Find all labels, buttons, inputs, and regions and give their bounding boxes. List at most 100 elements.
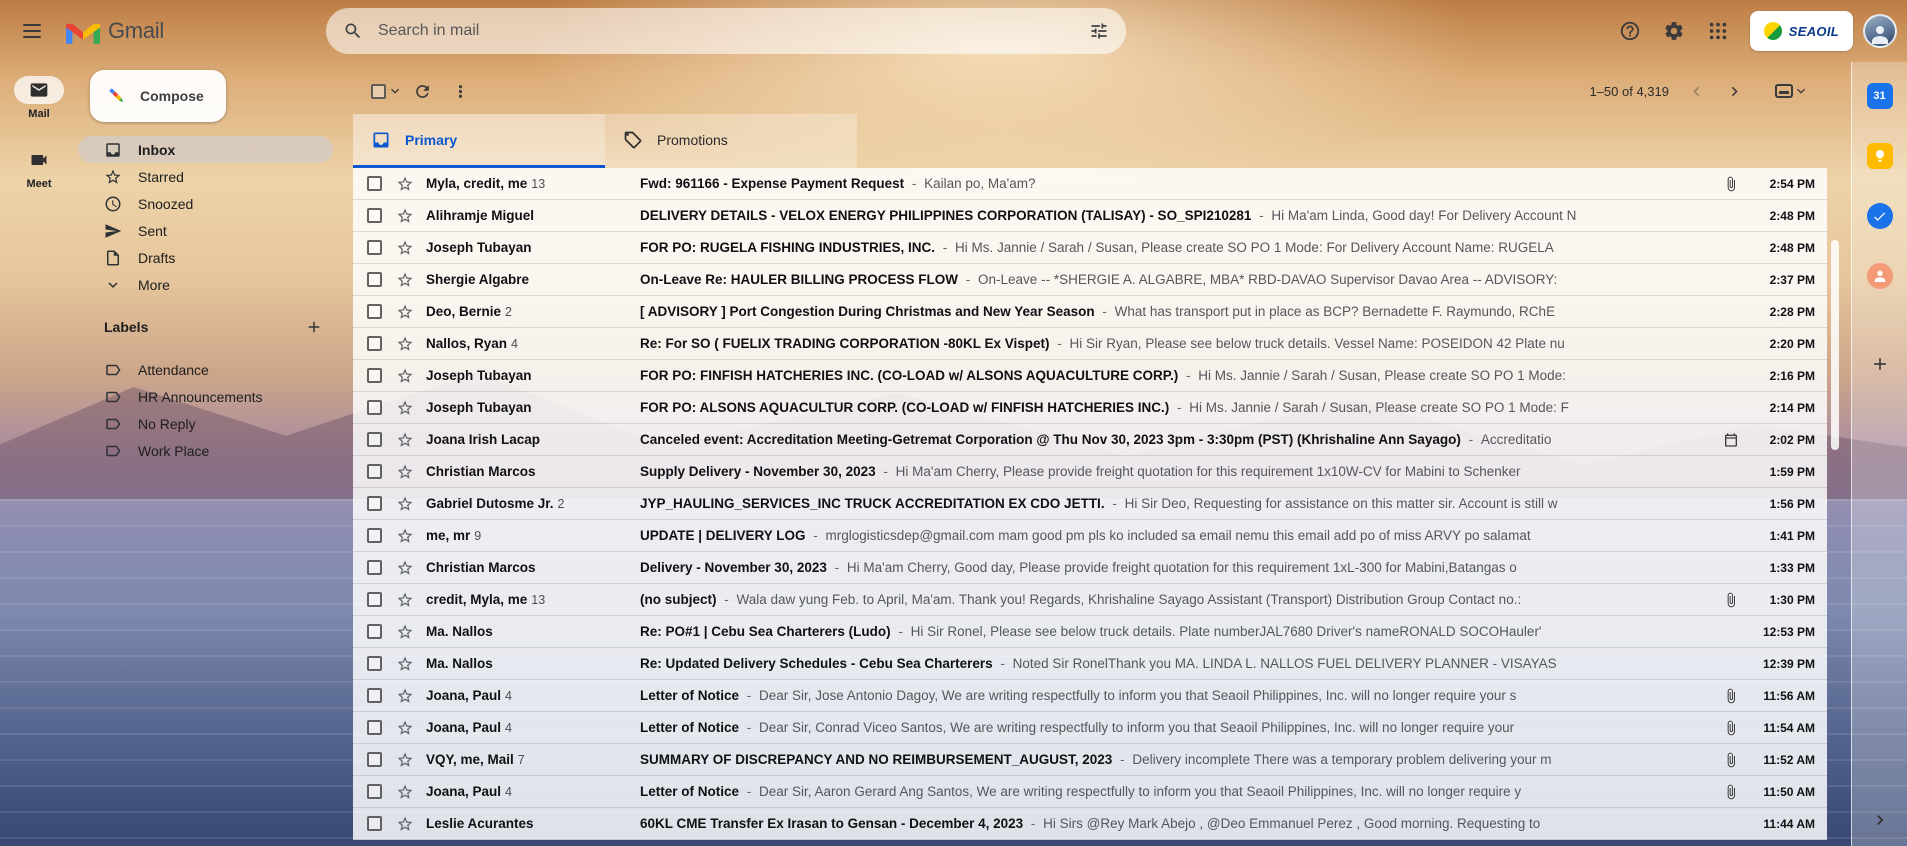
search-bar[interactable] (325, 8, 1126, 54)
select-dropdown-caret-icon[interactable] (387, 83, 403, 99)
tasks-app-button[interactable] (1862, 198, 1898, 234)
email-select-checkbox[interactable] (367, 752, 382, 767)
email-row[interactable]: Joana, Paul 4 Letter of Notice - Dear Sir… (353, 776, 1827, 808)
star-icon[interactable] (396, 207, 414, 225)
split-view-toggle[interactable] (1775, 83, 1809, 99)
email-row[interactable]: Joseph Tubayan FOR PO: FINFISH HATCHERIE… (353, 360, 1827, 392)
email-select-checkbox[interactable] (367, 624, 382, 639)
tab-promotions[interactable]: Promotions (605, 114, 857, 168)
sidebar-label-hr-announcements[interactable]: HR Announcements (78, 383, 333, 410)
email-select-checkbox[interactable] (367, 784, 382, 799)
email-select-checkbox[interactable] (367, 432, 382, 447)
star-icon[interactable] (396, 335, 414, 353)
star-icon[interactable] (396, 399, 414, 417)
main-menu-button[interactable] (10, 9, 54, 53)
email-row[interactable]: Christian Marcos Delivery - November 30,… (353, 552, 1827, 584)
sidebar-item-starred[interactable]: Starred (78, 163, 333, 190)
email-row[interactable]: Joseph Tubayan FOR PO: RUGELA FISHING IN… (353, 232, 1827, 264)
star-icon[interactable] (396, 559, 414, 577)
rail-item-meet[interactable]: Meet (14, 146, 64, 190)
email-row[interactable]: Joana, Paul 4 Letter of Notice - Dear Sir… (353, 712, 1827, 744)
email-select-checkbox[interactable] (367, 720, 382, 735)
email-select-checkbox[interactable] (367, 400, 382, 415)
star-icon[interactable] (396, 175, 414, 193)
email-row[interactable]: Joseph Tubayan FOR PO: ALSONS AQUACULTUR… (353, 392, 1827, 424)
email-row[interactable]: Ma. Nallos Re: Updated Delivery Schedule… (353, 648, 1827, 680)
star-icon[interactable] (396, 655, 414, 673)
email-select-checkbox[interactable] (367, 176, 382, 191)
tab-primary[interactable]: Primary (353, 114, 605, 168)
hide-side-panel-button[interactable] (1870, 810, 1890, 830)
contacts-app-button[interactable] (1862, 258, 1898, 294)
sidebar-label-attendance[interactable]: Attendance (78, 356, 333, 383)
star-icon[interactable] (396, 367, 414, 385)
email-row[interactable]: Joana, Paul 4 Letter of Notice - Dear Sir… (353, 680, 1827, 712)
star-icon[interactable] (396, 463, 414, 481)
email-row[interactable]: credit, Myla, me 13 (no subject) - Wala d… (353, 584, 1827, 616)
more-options-button[interactable] (441, 72, 479, 110)
sidebar-item-sent[interactable]: Sent (78, 217, 333, 244)
rail-item-mail[interactable]: Mail (14, 76, 64, 120)
email-select-checkbox[interactable] (367, 688, 382, 703)
star-icon[interactable] (396, 431, 414, 449)
email-row[interactable]: me, mr 9 UPDATE | DELIVERY LOG - mrglogis… (353, 520, 1827, 552)
email-select-checkbox[interactable] (367, 656, 382, 671)
star-icon[interactable] (396, 783, 414, 801)
select-all-control[interactable] (371, 83, 403, 99)
select-all-checkbox[interactable] (371, 83, 386, 99)
email-row[interactable]: Nallos, Ryan 4 Re: For SO ( FUELIX TRADIN… (353, 328, 1827, 360)
star-icon[interactable] (396, 303, 414, 321)
email-select-checkbox[interactable] (367, 496, 382, 511)
search-icon[interactable] (334, 12, 372, 50)
email-row[interactable]: Alihramje Miguel DELIVERY DETAILS - VELO… (353, 200, 1827, 232)
refresh-button[interactable] (403, 72, 441, 110)
email-select-checkbox[interactable] (367, 816, 382, 831)
star-icon[interactable] (396, 623, 414, 641)
star-icon[interactable] (396, 815, 414, 833)
star-icon[interactable] (396, 527, 414, 545)
email-row[interactable]: Leslie Acurantes 60KL CME Transfer Ex Ir… (353, 808, 1827, 840)
email-select-checkbox[interactable] (367, 272, 382, 287)
email-select-checkbox[interactable] (367, 240, 382, 255)
search-input[interactable] (371, 22, 1080, 40)
email-select-checkbox[interactable] (367, 208, 382, 223)
sidebar-item-drafts[interactable]: Drafts (78, 244, 333, 271)
older-page-button[interactable] (1715, 72, 1753, 110)
email-select-checkbox[interactable] (367, 592, 382, 607)
email-select-checkbox[interactable] (367, 528, 382, 543)
email-select-checkbox[interactable] (367, 368, 382, 383)
email-row[interactable]: Myla, credit, me 13 Fwd: 961166 - Expense… (353, 168, 1827, 200)
star-icon[interactable] (396, 751, 414, 769)
sidebar-label-work-place[interactable]: Work Place (78, 437, 333, 464)
apps-button[interactable] (1696, 9, 1740, 53)
sidebar-label-no-reply[interactable]: No Reply (78, 410, 333, 437)
email-row[interactable]: Christian Marcos Supply Delivery - Novem… (353, 456, 1827, 488)
gmail-logo[interactable]: Gmail (66, 18, 164, 44)
search-options-icon[interactable] (1080, 12, 1118, 50)
star-icon[interactable] (396, 239, 414, 257)
sidebar-item-snoozed[interactable]: Snoozed (78, 190, 333, 217)
get-addons-button[interactable] (1862, 346, 1898, 382)
sidebar-item-inbox[interactable]: Inbox (78, 136, 333, 163)
newer-page-button[interactable] (1677, 72, 1715, 110)
star-icon[interactable] (396, 271, 414, 289)
settings-button[interactable] (1652, 9, 1696, 53)
sidebar-item-more[interactable]: More (78, 271, 333, 298)
email-row[interactable]: Shergie Algabre On-Leave Re: HAULER BILL… (353, 264, 1827, 296)
email-row[interactable]: Gabriel Dutosme Jr. 2 JYP_HAULING_SERVICE… (353, 488, 1827, 520)
compose-button[interactable]: Compose (90, 70, 226, 122)
keep-app-button[interactable] (1862, 138, 1898, 174)
star-icon[interactable] (396, 591, 414, 609)
email-row[interactable]: VQY, me, Mail 7 SUMMARY OF DISCREPANCY AN… (353, 744, 1827, 776)
star-icon[interactable] (396, 719, 414, 737)
star-icon[interactable] (396, 495, 414, 513)
email-select-checkbox[interactable] (367, 304, 382, 319)
create-label-button[interactable] (305, 318, 323, 336)
email-select-checkbox[interactable] (367, 336, 382, 351)
email-select-checkbox[interactable] (367, 560, 382, 575)
star-icon[interactable] (396, 687, 414, 705)
email-row[interactable]: Ma. Nallos Re: PO#1 | Cebu Sea Charterer… (353, 616, 1827, 648)
email-row[interactable]: Joana Irish Lacap Canceled event: Accred… (353, 424, 1827, 456)
scrollbar-thumb[interactable] (1831, 240, 1839, 450)
account-avatar[interactable] (1863, 14, 1897, 48)
